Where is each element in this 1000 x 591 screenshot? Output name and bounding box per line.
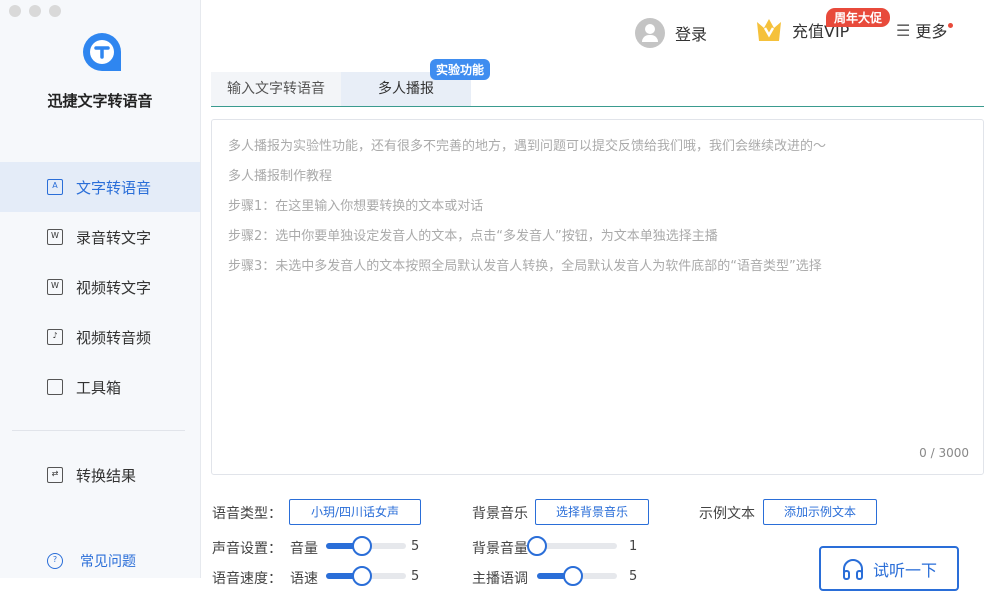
speed-value: 5 [411, 569, 419, 584]
help-icon: ? [47, 553, 63, 569]
preview-listen-button[interactable]: 试听一下 [819, 546, 959, 591]
sidebar-item-results[interactable]: ⇄ 转换结果 [0, 450, 200, 500]
divider [12, 430, 185, 431]
bg-volume-slider[interactable] [537, 543, 617, 549]
sidebar-item-label: 录音转文字 [76, 227, 151, 248]
sidebar-item-text-to-speech[interactable]: A 文字转语音 [0, 162, 200, 212]
sample-label: 示例文本 [699, 503, 755, 523]
speed-label: 语音速度： [212, 568, 282, 588]
text-speech-icon: A [47, 179, 63, 195]
sidebar-item-audio-to-text[interactable]: W 录音转文字 [0, 212, 200, 262]
promo-badge: 周年大促 [826, 8, 890, 27]
video-text-icon: W [47, 279, 63, 295]
sidebar-item-label: 视频转文字 [76, 277, 151, 298]
bg-volume-label: 背景音量 [472, 538, 528, 558]
slider-knob[interactable] [563, 566, 583, 586]
menu-icon: ☰ [896, 21, 910, 40]
login-button[interactable]: 登录 [635, 18, 707, 48]
tab-text-input[interactable]: 输入文字转语音 [211, 72, 341, 106]
headphones-icon [841, 557, 865, 581]
select-bgm-button[interactable]: 选择背景音乐 [535, 499, 649, 525]
login-label: 登录 [675, 21, 707, 45]
volume-value: 5 [411, 539, 419, 554]
more-menu-button[interactable]: ☰ 更多 [896, 18, 953, 42]
sidebar: 迅捷文字转语音 A文字转语音 W录音转文字 W视频转文字 ♪视频转音频 工具箱 … [0, 0, 201, 578]
faq-link[interactable]: ? 常见问题 [0, 536, 200, 586]
sidebar-item-video-to-audio[interactable]: ♪ 视频转音频 [0, 312, 200, 362]
bgm-label: 背景音乐 [472, 503, 528, 523]
sound-settings-label: 声音设置： [212, 538, 282, 558]
sidebar-item-label: 视频转音频 [76, 327, 151, 348]
experimental-badge: 实验功能 [430, 59, 490, 80]
listen-label: 试听一下 [873, 557, 937, 581]
avatar-icon [635, 18, 665, 48]
convert-icon: ⇄ [47, 467, 63, 483]
placeholder-line: 步骤2：选中你要单独设定发音人的文本，点击“多发音人”按钮，为文本单独选择主播 [228, 222, 967, 252]
slider-knob[interactable] [527, 536, 547, 556]
voice-type-button[interactable]: 小玥/四川话女声 [289, 499, 421, 525]
sidebar-item-toolbox[interactable]: 工具箱 [0, 362, 200, 412]
speed-sub-label: 语速 [290, 568, 318, 588]
placeholder-line: 多人播报为实验性功能，还有很多不完善的地方，遇到问题可以提交反馈给我们哦，我们会… [228, 132, 967, 162]
pitch-value: 5 [629, 569, 637, 584]
app-logo-icon [80, 30, 124, 74]
crown-icon [756, 18, 782, 42]
volume-slider[interactable] [326, 543, 406, 549]
tab-bar: 输入文字转语音 多人播报 [211, 72, 984, 107]
pitch-slider[interactable] [537, 573, 617, 579]
notification-dot [948, 23, 953, 28]
slider-knob[interactable] [352, 566, 372, 586]
pitch-label: 主播语调 [472, 568, 528, 588]
slider-knob[interactable] [352, 536, 372, 556]
placeholder-line: 多人播报制作教程 [228, 162, 967, 192]
close-button[interactable] [9, 5, 21, 17]
record-icon: W [47, 229, 63, 245]
maximize-button[interactable] [49, 5, 61, 17]
sidebar-item-label: 文字转语音 [76, 177, 151, 198]
voice-type-label: 语音类型： [212, 503, 282, 523]
bg-volume-value: 1 [629, 539, 637, 554]
app-name: 迅捷文字转语音 [0, 90, 200, 111]
sidebar-item-label: 转换结果 [76, 465, 136, 486]
minimize-button[interactable] [29, 5, 41, 17]
sidebar-item-video-to-text[interactable]: W 视频转文字 [0, 262, 200, 312]
sidebar-item-label: 工具箱 [76, 377, 121, 398]
placeholder-line: 步骤3：未选中多发音人的文本按照全局默认发音人转换，全局默认发音人为软件底部的“… [228, 252, 967, 282]
toolbox-icon [47, 379, 63, 395]
video-audio-icon: ♪ [47, 329, 63, 345]
text-editor[interactable]: 多人播报为实验性功能，还有很多不完善的地方，遇到问题可以提交反馈给我们哦，我们会… [211, 119, 984, 475]
volume-label: 音量 [290, 538, 318, 558]
more-label: 更多 [915, 18, 947, 42]
window-controls [9, 5, 61, 17]
placeholder-line: 步骤1：在这里输入你想要转换的文本或对话 [228, 192, 967, 222]
faq-label: 常见问题 [80, 551, 136, 571]
speed-slider[interactable] [326, 573, 406, 579]
add-sample-button[interactable]: 添加示例文本 [763, 499, 877, 525]
char-count: 0 / 3000 [919, 446, 969, 460]
